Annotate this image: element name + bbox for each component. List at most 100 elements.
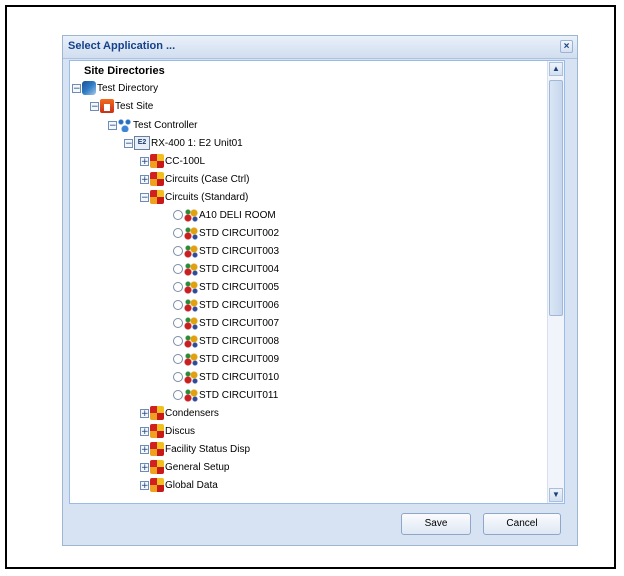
collapse-icon[interactable]: −: [108, 120, 117, 130]
collapse-icon[interactable]: −: [140, 192, 149, 202]
circuit-icon: [184, 334, 198, 348]
circuit-icon: [184, 370, 198, 384]
tree-node-site[interactable]: − Test Site: [90, 97, 153, 115]
controller-icon: [118, 118, 132, 132]
circuit-item[interactable]: STD CIRCUIT002: [173, 224, 279, 242]
circuit-icon: [184, 298, 198, 312]
site-directories-tree: Site Directories − Test Directory − Test…: [69, 60, 565, 504]
circuit-icon: [184, 244, 198, 258]
tree-heading: Site Directories: [84, 65, 165, 77]
save-button[interactable]: Save: [401, 513, 471, 535]
circuit-item[interactable]: STD CIRCUIT003: [173, 242, 279, 260]
expand-icon[interactable]: +: [140, 444, 149, 454]
circuit-item[interactable]: STD CIRCUIT011: [173, 386, 278, 404]
close-icon[interactable]: ×: [560, 40, 573, 53]
cancel-button[interactable]: Cancel: [483, 513, 561, 535]
tree-node-app[interactable]: + Facility Status Disp: [140, 440, 250, 458]
circuit-radio[interactable]: [173, 336, 183, 346]
circuit-radio[interactable]: [173, 372, 183, 382]
tree-node-app[interactable]: + Discus: [140, 422, 195, 440]
unit-label: RX-400 1: E2 Unit01: [151, 137, 243, 149]
circuit-label: A10 DELI ROOM: [199, 209, 276, 221]
circuit-label: STD CIRCUIT006: [199, 299, 280, 311]
circuit-label: STD CIRCUIT010: [199, 371, 280, 383]
circuit-label: STD CIRCUIT009: [199, 353, 280, 365]
select-application-dialog: Select Application ... × Site Directorie…: [62, 35, 578, 546]
circuit-radio[interactable]: [173, 390, 183, 400]
app-label: Global Data: [165, 479, 218, 491]
directory-icon: [82, 81, 96, 95]
tree-node-app[interactable]: + Condensers: [140, 404, 219, 422]
expand-icon[interactable]: +: [140, 408, 149, 418]
circuit-icon: [184, 280, 198, 294]
circuit-icon: [184, 352, 198, 366]
circuit-icon: [184, 262, 198, 276]
collapse-icon[interactable]: −: [72, 83, 81, 93]
scrollbar-thumb[interactable]: [549, 80, 563, 316]
collapse-icon[interactable]: −: [124, 138, 133, 148]
circuit-radio[interactable]: [173, 264, 183, 274]
dialog-title: Select Application ...: [68, 40, 176, 52]
circuit-label: STD CIRCUIT008: [199, 335, 280, 347]
circuit-item[interactable]: STD CIRCUIT010: [173, 368, 279, 386]
tree-node-directory[interactable]: − Test Directory: [72, 79, 158, 97]
scroll-up-icon[interactable]: ▲: [549, 62, 563, 76]
tree-node-app[interactable]: + CC-100L: [140, 152, 205, 170]
expand-icon[interactable]: +: [140, 156, 149, 166]
scroll-down-icon[interactable]: ▼: [549, 488, 563, 502]
tree-node-app[interactable]: + Global Data: [140, 476, 218, 494]
app-label: General Setup: [165, 461, 230, 473]
circuit-icon: [184, 388, 198, 402]
app-label: Facility Status Disp: [165, 443, 251, 455]
app-label: Condensers: [165, 407, 219, 419]
vertical-scrollbar[interactable]: ▲ ▼: [547, 61, 564, 503]
circuit-label: STD CIRCUIT003: [199, 245, 280, 257]
tree-node-app[interactable]: + General Setup: [140, 458, 230, 476]
circuit-label: STD CIRCUIT007: [199, 317, 280, 329]
expand-icon[interactable]: +: [140, 462, 149, 472]
circuit-item[interactable]: STD CIRCUIT006: [173, 296, 279, 314]
site-icon: [100, 99, 114, 113]
circuit-radio[interactable]: [173, 318, 183, 328]
circuit-radio[interactable]: [173, 246, 183, 256]
circuit-radio[interactable]: [173, 228, 183, 238]
circuit-radio[interactable]: [173, 282, 183, 292]
application-icon: [150, 154, 164, 168]
expand-icon[interactable]: +: [140, 426, 149, 436]
circuit-item[interactable]: A10 DELI ROOM: [173, 206, 276, 224]
circuit-item[interactable]: STD CIRCUIT007: [173, 314, 279, 332]
app-label: Discus: [165, 425, 196, 437]
e2-unit-icon: E2: [134, 136, 150, 150]
application-icon: [150, 406, 164, 420]
tree-node-app[interactable]: + Circuits (Case Ctrl): [140, 170, 249, 188]
expand-icon[interactable]: +: [140, 174, 149, 184]
circuit-item[interactable]: STD CIRCUIT004: [173, 260, 279, 278]
expand-icon[interactable]: +: [140, 480, 149, 490]
controller-label: Test Controller: [133, 119, 198, 131]
circuit-radio[interactable]: [173, 300, 183, 310]
circuit-radio[interactable]: [173, 354, 183, 364]
circuit-item[interactable]: STD CIRCUIT009: [173, 350, 279, 368]
circuit-item[interactable]: STD CIRCUIT008: [173, 332, 279, 350]
circuit-label: STD CIRCUIT011: [199, 389, 279, 401]
circuit-label: STD CIRCUIT005: [199, 281, 280, 293]
tree-node-unit[interactable]: − E2 RX-400 1: E2 Unit01: [124, 134, 243, 152]
application-icon: [150, 172, 164, 186]
circuit-item[interactable]: STD CIRCUIT005: [173, 278, 279, 296]
circuit-label: STD CIRCUIT002: [199, 227, 280, 239]
circuit-icon: [184, 226, 198, 240]
site-label: Test Site: [115, 100, 154, 112]
tree-node-controller[interactable]: − Test Controller: [108, 116, 197, 134]
dialog-footer: Save Cancel: [63, 505, 577, 545]
application-icon: [150, 424, 164, 438]
application-icon: [150, 442, 164, 456]
collapse-icon[interactable]: −: [90, 101, 99, 111]
directory-label: Test Directory: [97, 82, 159, 94]
tree-node-app[interactable]: − Circuits (Standard): [140, 188, 248, 206]
dialog-titlebar: Select Application ... ×: [63, 36, 577, 59]
application-icon: [150, 478, 164, 492]
application-icon: [150, 190, 164, 204]
circuit-radio[interactable]: [173, 210, 183, 220]
app-label: CC-100L: [165, 155, 206, 167]
app-label: Circuits (Case Ctrl): [165, 173, 250, 185]
